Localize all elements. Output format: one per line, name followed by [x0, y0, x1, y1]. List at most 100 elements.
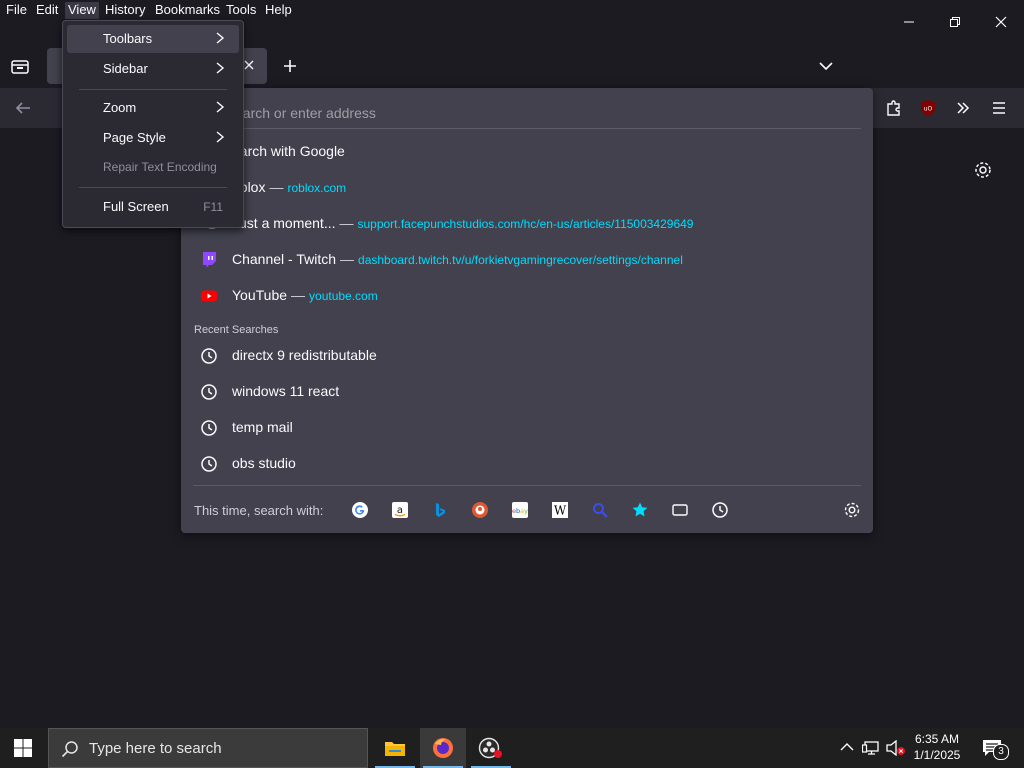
taskbar-file-explorer[interactable]: [372, 728, 418, 768]
start-button[interactable]: [14, 739, 32, 760]
menuitem-sidebar[interactable]: Sidebar: [67, 55, 239, 83]
ublock-origin-button[interactable]: uO: [919, 99, 937, 120]
extensions-button[interactable]: [885, 99, 903, 120]
bing-engine-button[interactable]: [430, 500, 450, 520]
search-with-google-label: earch with Google: [232, 143, 345, 159]
menuitem-full-screen[interactable]: Full Screen F11: [67, 193, 239, 221]
menuitem-page-style[interactable]: Page Style: [67, 124, 239, 152]
volume-button[interactable]: [886, 739, 906, 759]
menuitem-label: Full Screen: [103, 199, 169, 214]
recent-search-text: directx 9 redistributable: [232, 347, 377, 363]
history-search-button[interactable]: [710, 500, 730, 520]
suggestion-url: support.facepunchstudios.com/hc/en-us/ar…: [357, 217, 694, 231]
suggestion-row[interactable]: Just a moment... — support.facepunchstudio…: [193, 206, 861, 242]
wikipedia-engine-button[interactable]: W: [550, 500, 570, 520]
newtab-settings-button[interactable]: [973, 160, 993, 183]
menu-bookmarks[interactable]: Bookmarks: [152, 2, 223, 19]
google-engine-button[interactable]: [350, 500, 370, 520]
menu-view[interactable]: View: [65, 2, 99, 19]
menu-tools[interactable]: Tools: [223, 2, 259, 19]
divider: [193, 128, 861, 129]
chevron-right-icon: [216, 101, 225, 113]
menu-separator: [79, 89, 227, 90]
history-clock-icon: [201, 456, 217, 472]
menuitem-label: Sidebar: [103, 61, 148, 76]
bing-icon: [436, 503, 445, 517]
recent-search-row[interactable]: directx 9 redistributable: [193, 338, 861, 374]
taskbar-search-box[interactable]: Type here to search: [48, 728, 368, 768]
menuitem-zoom[interactable]: Zoom: [67, 94, 239, 122]
suggestion-title: Channel - Twitch: [232, 251, 337, 267]
suggestion-row[interactable]: oblox — roblox.com: [193, 170, 861, 206]
clock-time: 6:35 AM: [914, 732, 960, 746]
system-clock[interactable]: 6:35 AM 1/1/2025: [904, 731, 970, 763]
firefox-view-button[interactable]: [10, 58, 30, 79]
new-tab-button[interactable]: [282, 58, 298, 77]
bookmarks-search-button[interactable]: [630, 500, 650, 520]
search-with-label: This time, search with:: [194, 503, 324, 518]
app-menu-button[interactable]: [991, 100, 1007, 119]
menuitem-shortcut: F11: [203, 200, 223, 214]
search-settings-button[interactable]: [842, 500, 862, 520]
separator-dash: —: [291, 287, 306, 303]
svg-text:a: a: [397, 505, 403, 516]
custom-search-engine-button[interactable]: [590, 500, 610, 520]
menuitem-label: Toolbars: [103, 31, 153, 46]
suggestion-row[interactable]: YouTube — youtube.com: [193, 278, 861, 314]
duckduckgo-icon: [472, 502, 488, 518]
taskbar-firefox[interactable]: [420, 728, 466, 768]
clock-date: 1/1/2025: [913, 748, 961, 762]
menu-bar: File Edit View History Bookmarks Tools H…: [0, 0, 1024, 20]
show-hidden-icons-button[interactable]: [840, 741, 854, 756]
tabs-search-button[interactable]: [670, 500, 690, 520]
recent-search-row[interactable]: obs studio: [193, 446, 861, 482]
more-tools-button[interactable]: [955, 100, 971, 119]
menu-edit[interactable]: Edit: [33, 2, 61, 19]
windows-logo-icon: [14, 739, 32, 757]
wikipedia-icon: W: [552, 502, 568, 518]
amazon-engine-button[interactable]: a: [390, 500, 410, 520]
suggestion-row[interactable]: Channel - Twitch — dashboard.twitch.tv/u/f…: [193, 242, 861, 278]
list-all-tabs-button[interactable]: [818, 60, 834, 75]
minimize-button[interactable]: [886, 8, 932, 36]
notification-count-badge: 3: [993, 744, 1009, 760]
menu-help[interactable]: Help: [262, 2, 295, 19]
chevron-down-icon: [819, 62, 833, 71]
menu-file[interactable]: File: [3, 2, 30, 19]
search-with-google-row[interactable]: earch with Google: [193, 134, 861, 170]
network-button[interactable]: [861, 740, 880, 759]
plus-icon: [284, 60, 296, 72]
recent-search-text: obs studio: [232, 455, 296, 471]
urlbar-placeholder: earch or enter address: [235, 105, 376, 121]
close-icon: [995, 16, 1007, 28]
recent-search-text: windows 11 react: [232, 383, 340, 399]
restore-button[interactable]: [932, 8, 978, 36]
menuitem-label: Page Style: [103, 130, 166, 145]
duckduckgo-engine-button[interactable]: [470, 500, 490, 520]
gear-icon: [844, 502, 860, 518]
recent-search-row[interactable]: windows 11 react: [193, 374, 861, 410]
notification-center-button[interactable]: 3: [982, 738, 1009, 761]
ebay-engine-button[interactable]: ebay: [510, 500, 530, 520]
taskbar-search-placeholder: Type here to search: [89, 740, 222, 757]
close-tab-button[interactable]: [243, 59, 255, 74]
star-icon: [632, 502, 648, 517]
menuitem-toolbars[interactable]: Toolbars: [67, 25, 239, 53]
suggestion-title: Just a moment...: [232, 215, 336, 231]
chevron-right-icon: [216, 32, 225, 44]
suggestion-url: roblox.com: [287, 181, 347, 195]
close-icon: [244, 60, 254, 70]
suggestion-title: YouTube: [232, 287, 288, 303]
recent-search-row[interactable]: temp mail: [193, 410, 861, 446]
close-window-button[interactable]: [978, 8, 1024, 36]
firefox-icon: [433, 738, 453, 758]
chevron-right-icon: [216, 131, 225, 143]
hamburger-icon: [993, 102, 1005, 114]
menu-history[interactable]: History: [102, 2, 148, 19]
suggestion-url: dashboard.twitch.tv/u/forkietvgamingreco…: [358, 253, 683, 267]
history-clock-icon: [201, 348, 217, 364]
back-button[interactable]: [14, 100, 32, 119]
taskbar-obs-studio[interactable]: [468, 728, 514, 768]
firefox-view-icon: [11, 60, 29, 74]
urlbar-input[interactable]: earch or enter address: [193, 96, 863, 128]
